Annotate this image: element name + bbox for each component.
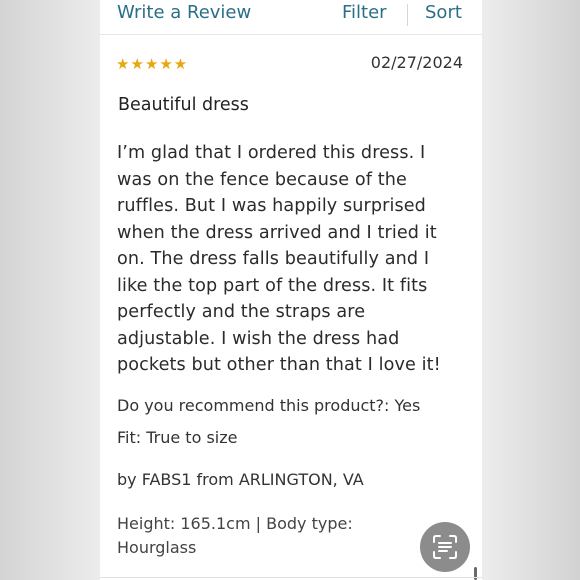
recommend-answer: Do you recommend this product?: Yes	[117, 396, 421, 415]
scrollbar-thumb[interactable]	[474, 567, 477, 580]
review-date: 02/27/2024	[370, 53, 463, 72]
filter-button[interactable]: Filter	[342, 2, 387, 23]
background-left	[0, 0, 100, 580]
fit-answer: Fit: True to size	[117, 428, 238, 447]
bottom-divider	[100, 577, 482, 578]
review-toolbar: Write a Review Filter Sort	[100, 0, 482, 35]
toolbar-divider	[407, 4, 408, 26]
review-title: Beautiful dress	[118, 95, 249, 115]
background-right	[482, 0, 580, 580]
reviewer-attributes: Height: 165.1cm | Body type: Hourglass	[117, 514, 353, 557]
review-body: I’m glad that I ordered this dress. I wa…	[117, 143, 441, 375]
review-panel: Write a Review Filter Sort ★★★★★ 02/27/2…	[100, 0, 482, 580]
text-scan-icon	[433, 535, 457, 559]
reviewer-byline: by FABS1 from ARLINGTON, VA	[117, 470, 364, 489]
sort-button[interactable]: Sort	[425, 2, 462, 23]
scan-text-button[interactable]	[420, 522, 470, 572]
star-rating: ★★★★★	[116, 55, 189, 73]
write-review-link[interactable]: Write a Review	[117, 2, 251, 23]
